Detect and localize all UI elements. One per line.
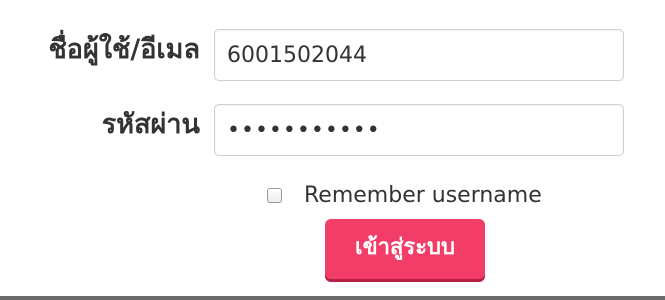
password-label: รหัสผ่าน: [101, 109, 200, 140]
remember-username-row[interactable]: Remember username: [267, 180, 542, 210]
login-form: ชื่อผู้ใช้/อีเมล รหัสผ่าน Remember usern…: [0, 0, 665, 300]
remember-username-checkbox[interactable]: [267, 187, 282, 203]
username-label: ชื่อผู้ใช้/อีเมล: [48, 34, 200, 65]
password-input[interactable]: [214, 104, 624, 156]
bottom-divider: [0, 296, 665, 300]
username-input[interactable]: [214, 29, 624, 81]
login-button[interactable]: เข้าสู่ระบบ: [325, 219, 485, 279]
remember-username-label[interactable]: Remember username: [304, 183, 542, 208]
